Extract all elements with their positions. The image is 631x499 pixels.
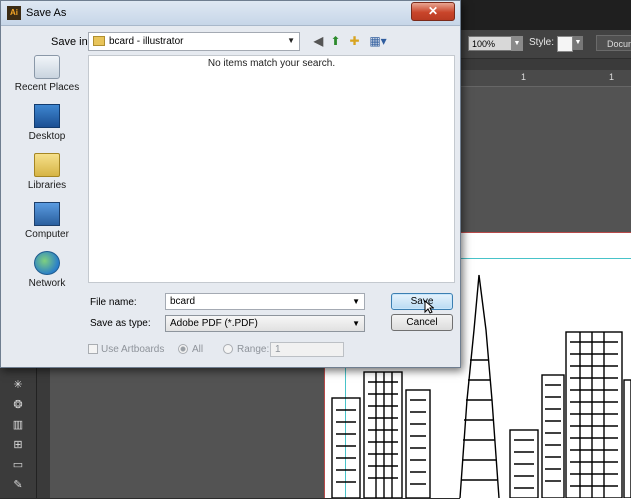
views-menu-icon[interactable]: ▦▾ — [367, 34, 389, 49]
range-radio[interactable] — [223, 344, 233, 354]
style-label: Style: — [529, 37, 555, 48]
save-in-label: Save in: — [51, 36, 91, 48]
empty-list-message: No items match your search. — [207, 58, 336, 69]
recent-places-icon — [34, 55, 60, 79]
gradient-tool-icon[interactable]: ▭ — [10, 458, 26, 472]
document-setup-button[interactable]: Docum — [596, 35, 631, 51]
place-label: Computer — [25, 229, 69, 240]
save-as-type-label: Save as type: — [90, 318, 151, 329]
chevron-down-icon[interactable]: ▼ — [287, 36, 295, 45]
style-dropdown-arrow[interactable]: ▼ — [573, 36, 583, 50]
use-artboards-label: Use Artboards — [101, 344, 165, 355]
dialog-title: Save As — [26, 7, 67, 19]
style-swatch[interactable] — [557, 36, 573, 52]
up-one-level-icon[interactable]: ⬆ — [328, 34, 343, 49]
use-artboards-checkbox[interactable] — [88, 344, 98, 354]
mesh-tool-icon[interactable]: ⊞ — [10, 438, 26, 452]
ruler-number: 1 — [521, 72, 527, 82]
computer-icon — [34, 202, 60, 226]
close-button[interactable]: ✕ — [411, 2, 455, 21]
place-network[interactable]: Network — [9, 251, 85, 297]
folder-icon — [93, 36, 105, 46]
zoom-dropdown-arrow[interactable]: ▼ — [511, 36, 523, 51]
save-as-dialog: Ai Save As ✕ Save in: bcard - illustrato… — [0, 0, 461, 368]
graph-tool-icon[interactable]: ▥ — [10, 418, 26, 432]
file-name-value: bcard — [170, 296, 196, 307]
horizontal-ruler[interactable] — [460, 70, 631, 87]
guide-horizontal[interactable] — [460, 258, 631, 259]
artboards-options: Use Artboards All Range: 1 — [88, 342, 348, 358]
all-label: All — [192, 344, 204, 355]
chevron-down-icon[interactable]: ▼ — [352, 294, 360, 309]
file-name-label: File name: — [90, 297, 137, 308]
cancel-button[interactable]: Cancel — [391, 314, 453, 331]
save-as-type-value: Adobe PDF (*.PDF) — [170, 318, 258, 329]
place-libraries[interactable]: Libraries — [9, 153, 85, 199]
new-folder-icon[interactable]: ✚ — [347, 34, 362, 49]
range-label: Range: — [237, 344, 270, 355]
save-in-value: bcard - illustrator — [109, 36, 184, 47]
dialog-title-bar[interactable]: Ai Save As ✕ — [1, 1, 460, 26]
file-list[interactable]: No items match your search. — [88, 55, 455, 283]
ruler-number: 1 — [609, 72, 615, 82]
illustrator-logo-icon: Ai — [7, 6, 21, 20]
tools-panel: ✳ ❂ ▥ ⊞ ▭ ✎ — [0, 368, 37, 498]
save-button[interactable]: Save — [391, 293, 453, 310]
file-name-input[interactable]: bcard ▼ — [165, 293, 365, 310]
mouse-cursor-icon — [424, 300, 434, 314]
all-radio[interactable] — [178, 344, 188, 354]
place-recent-places[interactable]: Recent Places — [9, 55, 85, 101]
save-in-combo[interactable]: bcard - illustrator ▼ — [88, 32, 300, 51]
range-input[interactable]: 1 — [270, 342, 344, 357]
place-label: Network — [28, 278, 66, 289]
warp-tool-icon[interactable]: ❂ — [10, 398, 26, 412]
place-computer[interactable]: Computer — [9, 202, 85, 248]
network-icon — [34, 251, 60, 275]
chevron-down-icon[interactable]: ▼ — [352, 316, 360, 331]
place-desktop[interactable]: Desktop — [9, 104, 85, 150]
places-bar: Recent Places Desktop Libraries Computer… — [9, 55, 85, 299]
place-label: Libraries — [27, 180, 67, 191]
symbol-sprayer-tool-icon[interactable]: ✳ — [10, 378, 26, 392]
eyedropper-tool-icon[interactable]: ✎ — [10, 478, 26, 492]
desktop-icon — [34, 104, 60, 128]
libraries-icon — [34, 153, 60, 177]
save-as-type-select[interactable]: Adobe PDF (*.PDF) ▼ — [165, 315, 365, 332]
back-icon[interactable]: ◀ — [311, 34, 326, 49]
place-label: Desktop — [28, 131, 66, 142]
place-label: Recent Places — [14, 82, 80, 93]
